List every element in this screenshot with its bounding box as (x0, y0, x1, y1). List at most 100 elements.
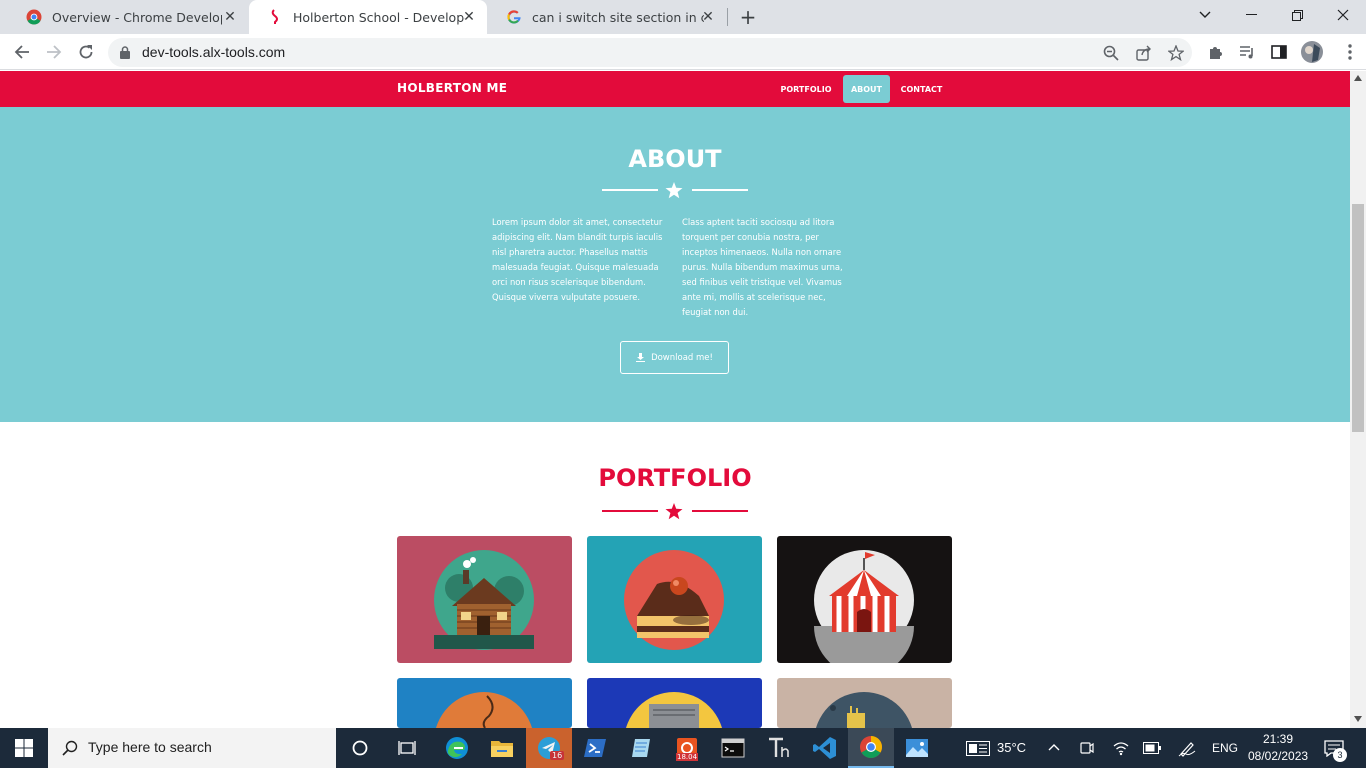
tab-separator (727, 8, 728, 26)
cortana-icon (352, 740, 368, 756)
tab-google-search[interactable]: can i switch site section in chrom ✕ (488, 0, 726, 34)
about-title: ABOUT (628, 145, 722, 173)
cortana-button[interactable] (337, 728, 383, 768)
close-tab-icon[interactable]: ✕ (461, 9, 477, 25)
telegram-app[interactable]: 16 (526, 728, 572, 768)
site-brand[interactable]: HOLBERTON ME (397, 81, 507, 95)
portfolio-item-6[interactable] (777, 678, 952, 728)
notepad-icon (632, 739, 650, 757)
nav-contact[interactable]: CONTACT (895, 75, 948, 103)
typora-icon (769, 737, 789, 757)
start-button[interactable] (0, 728, 48, 768)
nav-portfolio[interactable]: PORTFOLIO (775, 75, 837, 103)
close-tab-icon[interactable]: ✕ (222, 9, 238, 25)
cabin-icon (434, 550, 534, 650)
download-button[interactable]: Download me! (620, 341, 729, 374)
holberton-icon (271, 9, 278, 24)
forward-button[interactable] (40, 38, 68, 66)
portfolio-item-circus[interactable] (777, 536, 952, 663)
portfolio-item-4[interactable] (397, 678, 572, 728)
nav-about[interactable]: ABOUT (843, 75, 890, 103)
vscode-app[interactable] (802, 728, 848, 768)
back-button[interactable] (8, 38, 36, 66)
reload-button[interactable] (72, 38, 100, 66)
ubuntu-app[interactable]: 18.04 (664, 728, 710, 768)
typora-app[interactable] (756, 728, 802, 768)
new-tab-button[interactable]: + (736, 5, 760, 29)
terminal-app[interactable] (710, 728, 756, 768)
lock-icon[interactable] (120, 46, 130, 59)
google-icon (507, 10, 521, 24)
url-text: dev-tools.alx-tools.com (142, 44, 286, 60)
browser-toolbar: dev-tools.alx-tools.com (0, 34, 1366, 70)
minimize-button[interactable] (1228, 0, 1274, 30)
divider-line (602, 189, 658, 191)
side-panel-button[interactable] (1265, 38, 1293, 66)
portfolio-illustration-icon (436, 692, 532, 728)
arrow-left-icon (14, 45, 29, 59)
portfolio-item-5[interactable] (587, 678, 762, 728)
language-indicator[interactable]: ENG (1212, 741, 1238, 755)
edge-app[interactable] (434, 728, 480, 768)
battery-icon[interactable] (1143, 742, 1161, 754)
task-view-button[interactable] (384, 728, 430, 768)
file-explorer-app[interactable] (479, 728, 525, 768)
close-tab-icon[interactable]: ✕ (700, 9, 716, 25)
portfolio-title: PORTFOLIO (598, 464, 752, 492)
news-widget-icon[interactable] (966, 741, 990, 756)
page-viewport: HOLBERTON ME PORTFOLIO ABOUT CONTACT ABO… (0, 71, 1350, 728)
bookmark-star-icon[interactable] (1168, 45, 1184, 61)
chrome-menu-button[interactable] (1336, 38, 1364, 66)
clock-date[interactable]: 08/02/2023 (1248, 749, 1308, 763)
photos-app[interactable] (894, 728, 940, 768)
page-scrollbar[interactable] (1350, 71, 1366, 728)
clock-time[interactable]: 21:39 (1263, 732, 1293, 746)
restore-button[interactable] (1274, 0, 1320, 30)
profile-button[interactable] (1298, 38, 1326, 66)
tab-title: Overview - Chrome Developers (52, 9, 222, 25)
weather-temperature[interactable]: 35°C (997, 740, 1026, 755)
portfolio-item-cake[interactable] (587, 536, 762, 663)
scroll-up-icon[interactable] (1354, 75, 1362, 81)
notepad-app[interactable] (618, 728, 664, 768)
tab-holberton[interactable]: Holberton School - Developer to ✕ (249, 0, 487, 34)
windows-taskbar: Type here to search 16 18.04 35°C ENG 21… (0, 728, 1366, 768)
folder-icon (491, 741, 513, 757)
about-text-left: Lorem ipsum dolor sit amet, consectetur … (492, 217, 663, 302)
chevron-up-icon[interactable] (1048, 743, 1060, 751)
plus-icon: + (739, 5, 757, 29)
powershell-app[interactable] (572, 728, 618, 768)
pen-icon[interactable] (1178, 740, 1196, 757)
side-panel-icon (1271, 45, 1287, 59)
windows-icon (15, 739, 33, 757)
scroll-down-icon[interactable] (1354, 716, 1362, 722)
chevron-down-icon (1199, 11, 1211, 18)
tab-overview[interactable]: Overview - Chrome Developers ✕ (8, 0, 248, 34)
meet-now-icon[interactable] (1080, 740, 1094, 756)
circus-tent-icon (814, 550, 914, 663)
chrome-app[interactable] (848, 728, 894, 768)
address-bar[interactable]: dev-tools.alx-tools.com (108, 38, 1192, 67)
tab-search-button[interactable] (1182, 0, 1228, 30)
media-control-button[interactable] (1233, 38, 1261, 66)
taskbar-search[interactable]: Type here to search (48, 728, 336, 768)
about-section: ABOUT Lorem ipsum dolor sit amet, consec… (0, 107, 1350, 422)
star-icon (665, 182, 683, 199)
chrome-icon (26, 9, 42, 25)
scrollbar-thumb[interactable] (1352, 204, 1364, 432)
extensions-button[interactable] (1202, 38, 1230, 66)
portfolio-illustration-icon (816, 692, 912, 728)
site-navbar: HOLBERTON ME PORTFOLIO ABOUT CONTACT (0, 71, 1350, 107)
photos-icon (906, 739, 928, 757)
wifi-icon[interactable] (1113, 740, 1129, 756)
avatar (1301, 41, 1323, 63)
share-icon[interactable] (1136, 45, 1152, 61)
zoom-icon[interactable] (1103, 45, 1119, 61)
minimize-icon (1245, 14, 1257, 15)
reload-icon (79, 45, 93, 59)
terminal-icon (721, 738, 745, 758)
portfolio-item-cabin[interactable] (397, 536, 572, 663)
search-icon (62, 740, 78, 756)
download-label: Download me! (651, 352, 713, 363)
close-window-button[interactable] (1320, 0, 1366, 30)
